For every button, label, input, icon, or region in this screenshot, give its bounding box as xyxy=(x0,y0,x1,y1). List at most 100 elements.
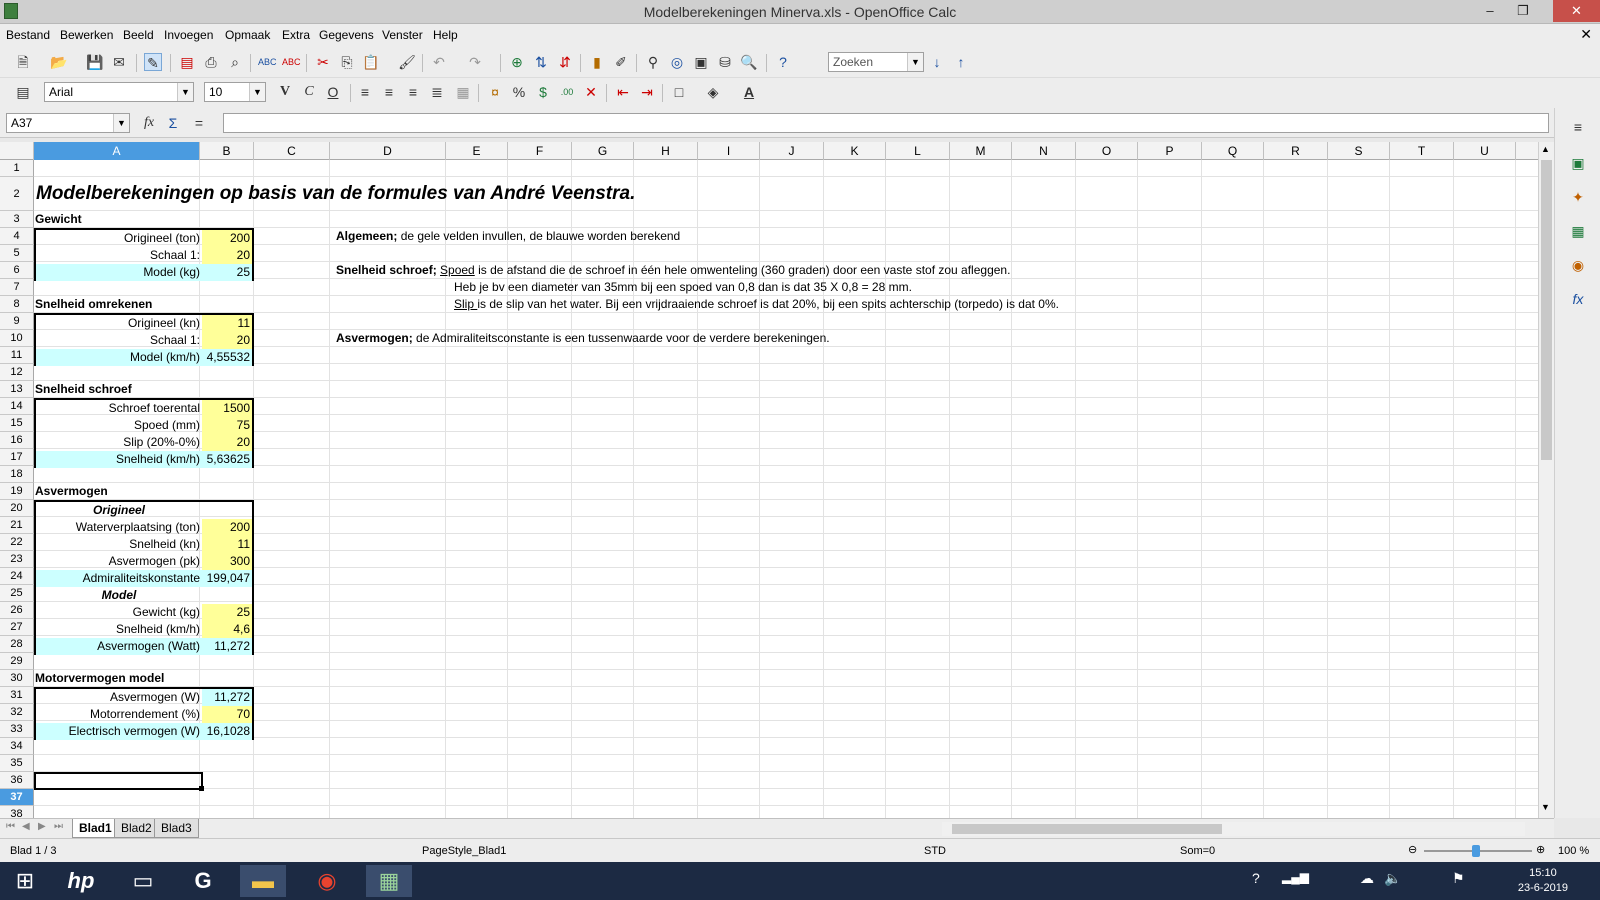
selection-mode[interactable]: STD xyxy=(924,845,946,857)
hp-icon[interactable]: hp xyxy=(58,865,104,897)
find-previous-icon[interactable]: ↑ xyxy=(952,53,970,71)
decrease-indent-icon[interactable]: ⇤ xyxy=(614,83,632,101)
row-header-25[interactable]: 25 xyxy=(0,585,34,602)
menu-gegevens[interactable]: Gegevens xyxy=(319,28,374,42)
underline-icon[interactable]: O xyxy=(324,83,342,101)
currency-format-icon[interactable]: ¤ xyxy=(486,83,504,101)
new-document-icon[interactable]: 🗎 xyxy=(14,53,32,71)
label-cell[interactable]: Motorrendement (%) xyxy=(36,706,202,723)
email-icon[interactable]: ✉ xyxy=(110,53,128,71)
row-header-28[interactable]: 28 xyxy=(0,636,34,653)
close-button[interactable]: ✕ xyxy=(1553,0,1600,22)
label-cell[interactable]: Origineel (ton) xyxy=(36,230,202,247)
row-header-24[interactable]: 24 xyxy=(0,568,34,585)
label-cell[interactable]: Model (km/h) xyxy=(36,349,202,366)
navigator-sidebar-icon[interactable]: ◉ xyxy=(1569,256,1587,274)
label-cell[interactable]: Asvermogen (Watt) xyxy=(36,638,202,655)
font-color-icon[interactable]: A xyxy=(740,83,758,101)
add-decimal-icon[interactable]: .00 xyxy=(558,83,576,101)
styles-icon[interactable]: ▤ xyxy=(14,83,32,101)
vertical-scroll-thumb[interactable] xyxy=(1541,160,1552,460)
column-header-u[interactable]: U xyxy=(1454,142,1516,160)
open-icon[interactable]: 📂 xyxy=(50,53,68,71)
flag-icon[interactable]: ⚑ xyxy=(1452,870,1465,887)
help-icon[interactable]: ? xyxy=(774,53,792,71)
computed-cell[interactable]: 11,272 xyxy=(202,689,252,706)
name-box[interactable]: A37 ▼ xyxy=(6,113,130,133)
search-input[interactable]: Zoeken ▼ xyxy=(828,52,924,72)
row-header-2[interactable]: 2 xyxy=(0,177,34,211)
row-header-19[interactable]: 19 xyxy=(0,483,34,500)
functions-icon[interactable]: fx xyxy=(1569,290,1587,308)
google-icon[interactable]: G xyxy=(180,865,226,897)
sort-ascending-icon[interactable]: ⇅ xyxy=(532,53,550,71)
navigator-icon[interactable]: ◎ xyxy=(668,53,686,71)
justify-icon[interactable]: ≣ xyxy=(428,83,446,101)
first-sheet-icon[interactable]: ⏮ xyxy=(6,821,15,832)
label-cell[interactable]: Snelheid (km/h) xyxy=(36,621,202,638)
input-cell[interactable]: 20 xyxy=(202,434,252,451)
align-center-icon[interactable]: ≡ xyxy=(380,83,398,101)
cut-icon[interactable]: ✂ xyxy=(314,53,332,71)
redo-icon[interactable]: ↷ xyxy=(466,53,484,71)
row-header-15[interactable]: 15 xyxy=(0,415,34,432)
column-header-i[interactable]: I xyxy=(698,142,760,160)
chevron-down-icon[interactable]: ▼ xyxy=(177,83,193,101)
menu-bestand[interactable]: Bestand xyxy=(6,28,50,42)
column-header-o[interactable]: O xyxy=(1076,142,1138,160)
note-spoed-example[interactable]: Heb je bv een diameter van 35mm bij een … xyxy=(454,279,912,296)
volume-icon[interactable]: 🔈 xyxy=(1384,870,1401,887)
column-header-d[interactable]: D xyxy=(330,142,446,160)
hyperlink-icon[interactable]: ⊕ xyxy=(508,53,526,71)
previous-sheet-icon[interactable]: ◀ xyxy=(22,821,30,832)
chevron-down-icon[interactable]: ▼ xyxy=(113,114,129,132)
menu-opmaak[interactable]: Opmaak xyxy=(225,28,270,42)
scroll-down-icon[interactable]: ▼ xyxy=(1541,802,1550,812)
edit-file-icon[interactable]: ✎ xyxy=(144,53,162,71)
computed-cell[interactable]: 25 xyxy=(202,264,252,281)
row-header-29[interactable]: 29 xyxy=(0,653,34,670)
chrome-icon[interactable]: ◉ xyxy=(304,865,350,897)
row-header-31[interactable]: 31 xyxy=(0,687,34,704)
percent-format-icon[interactable]: % xyxy=(510,83,528,101)
page-style[interactable]: PageStyle_Blad1 xyxy=(422,845,506,857)
chart-icon[interactable]: ▮ xyxy=(588,53,606,71)
input-cell[interactable]: 25 xyxy=(202,604,252,621)
row-header-38[interactable]: 38 xyxy=(0,806,34,818)
input-cell[interactable]: 200 xyxy=(202,230,252,247)
active-cell-cursor[interactable] xyxy=(34,772,203,790)
label-cell[interactable]: Slip (20%-0%) xyxy=(36,434,202,451)
file-explorer-icon[interactable]: ▬ xyxy=(240,865,286,897)
column-header-k[interactable]: K xyxy=(824,142,886,160)
menu-invoegen[interactable]: Invoegen xyxy=(164,28,213,42)
increase-indent-icon[interactable]: ⇥ xyxy=(638,83,656,101)
subheader-model[interactable]: Model xyxy=(36,587,202,604)
note-snelheid-schroef[interactable]: Snelheid schroef; Spoed is de afstand di… xyxy=(336,262,1010,279)
note-asvermogen[interactable]: Asvermogen; de Admiraliteitsconstante is… xyxy=(336,330,830,347)
paste-icon[interactable]: 📋 xyxy=(362,53,380,71)
export-pdf-icon[interactable]: ▤ xyxy=(178,53,196,71)
horizontal-scroll-thumb[interactable] xyxy=(952,824,1222,834)
column-header-a[interactable]: A xyxy=(34,142,200,160)
input-cell[interactable]: 20 xyxy=(202,332,252,349)
align-left-icon[interactable]: ≡ xyxy=(356,83,374,101)
label-cell[interactable]: Gewicht (kg) xyxy=(36,604,202,621)
zoom-level[interactable]: 100 % xyxy=(1558,845,1589,857)
row-header-20[interactable]: 20 xyxy=(0,500,34,517)
column-header-t[interactable]: T xyxy=(1390,142,1454,160)
label-cell[interactable]: Snelheid (kn) xyxy=(36,536,202,553)
italic-icon[interactable]: C xyxy=(300,83,318,101)
merge-cells-icon[interactable]: ▦ xyxy=(454,83,472,101)
input-cell[interactable]: 11 xyxy=(202,536,252,553)
next-sheet-icon[interactable]: ▶ xyxy=(38,821,46,832)
gallery-icon[interactable]: ▣ xyxy=(692,53,710,71)
column-header-q[interactable]: Q xyxy=(1202,142,1264,160)
column-header-c[interactable]: C xyxy=(254,142,330,160)
row-header-13[interactable]: 13 xyxy=(0,381,34,398)
fill-handle[interactable] xyxy=(199,786,204,791)
tab-blad3[interactable]: Blad3 xyxy=(154,819,199,838)
column-header-e[interactable]: E xyxy=(446,142,508,160)
column-header-n[interactable]: N xyxy=(1012,142,1076,160)
formula-input[interactable] xyxy=(223,113,1549,133)
delete-decimal-icon[interactable]: ✕ xyxy=(582,83,600,101)
